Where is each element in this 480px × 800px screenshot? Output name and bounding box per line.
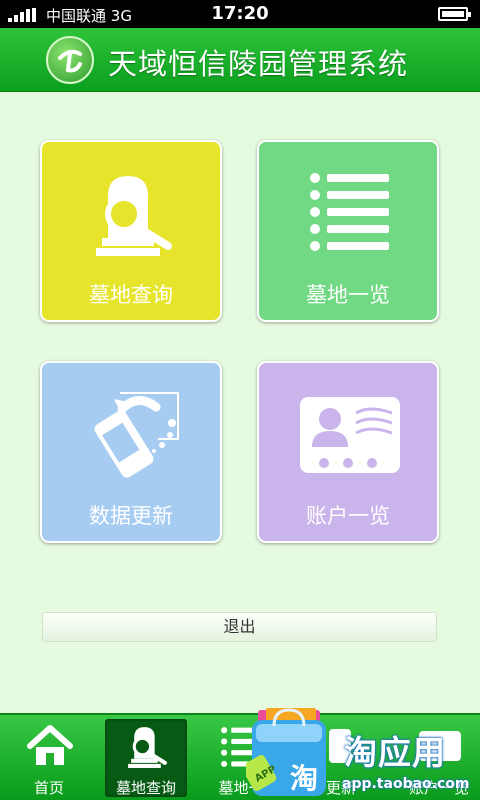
tab-label: 墓地查询 [115, 779, 176, 797]
list-icon [310, 173, 389, 251]
tile-label: 账户一览 [306, 504, 390, 528]
phone-sync-icon [94, 392, 179, 478]
id-card-icon [300, 397, 400, 473]
tile-cemetery-search[interactable]: 墓地查询 [40, 140, 222, 322]
tile-label: 数据更新 [89, 504, 173, 528]
app-logo [46, 36, 94, 84]
page-title: 天域恒信陵园管理系统 [108, 47, 409, 81]
tombstone-search-icon [128, 727, 167, 768]
status-time: 17:20 [211, 3, 269, 24]
tab-home[interactable]: 首页 [8, 719, 90, 797]
logout-button[interactable]: 退出 [42, 612, 437, 642]
tile-data-update[interactable]: 数据更新 [40, 361, 222, 543]
bag-char-text: 淘 [290, 762, 318, 795]
tile-cemetery-list[interactable]: 墓地一览 [257, 140, 439, 322]
status-bar: 中国联通 3G 17:20 [0, 0, 480, 28]
tile-label: 墓地查询 [89, 283, 173, 307]
tile-label: 墓地一览 [306, 283, 390, 307]
taobao-brand-text: 淘应用 [344, 733, 446, 772]
tombstone-search-icon [96, 176, 172, 256]
taobao-app-watermark: APP 淘 淘应用 app.taobao.com [240, 700, 480, 800]
tile-account-overview[interactable]: 账户一览 [257, 361, 439, 543]
shopping-bag-icon: APP 淘 [246, 708, 326, 796]
taobao-url-text: app.taobao.com [342, 776, 470, 792]
title-bar: 天域恒信陵园管理系统 [0, 28, 480, 92]
home-icon [27, 725, 73, 765]
tab-label: 首页 [33, 779, 64, 797]
tab-cemetery-search[interactable]: 墓地查询 [105, 719, 187, 797]
battery-icon [438, 7, 471, 21]
